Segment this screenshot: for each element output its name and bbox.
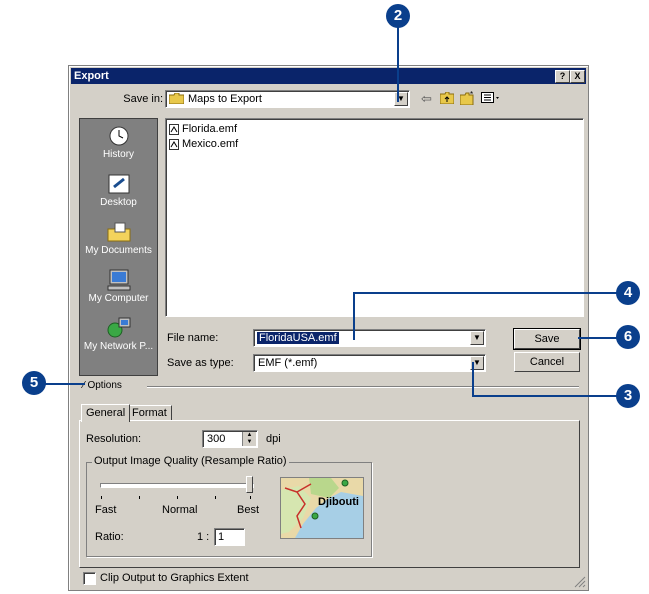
emf-file-icon [169, 139, 179, 150]
places-history[interactable]: History [80, 125, 157, 160]
callout-6-leader [578, 337, 620, 339]
tab-general[interactable]: General [81, 404, 131, 422]
save-in-select[interactable]: Maps to Export ▼ [165, 90, 410, 108]
file-name-dropdown-arrow[interactable]: ▼ [470, 331, 484, 345]
places-my-network[interactable]: My Network P... [80, 317, 157, 352]
callout-4-leader [353, 292, 619, 294]
places-my-documents[interactable]: My Documents [80, 221, 157, 256]
save-button[interactable]: Save [513, 328, 581, 350]
desktop-icon [106, 173, 132, 195]
file-list[interactable]: Florida.emf Mexico.emf [165, 118, 584, 317]
my-computer-icon [106, 269, 132, 291]
svg-text:*: * [470, 91, 473, 99]
history-icon [106, 125, 132, 147]
clip-output-checkbox[interactable] [83, 572, 96, 585]
places-desktop[interactable]: Desktop [80, 173, 157, 208]
ratio-prefix: 1 : [197, 531, 210, 543]
preview-map: Djibouti [280, 477, 364, 539]
callout-2-leader [397, 20, 399, 102]
emf-file-icon [169, 124, 179, 135]
places-bar: History Desktop My Documents My Computer… [79, 118, 158, 376]
callout-2-badge: 2 [386, 4, 410, 28]
slider-label-best: Best [237, 504, 260, 516]
slider-label-fast: Fast [95, 504, 117, 516]
export-dialog: Export ? X Save in: Maps to Export ▼ ⇦ *… [68, 65, 589, 591]
resolution-label: Resolution: [86, 433, 142, 445]
resolution-input[interactable]: 300 ▲ ▼ [202, 430, 258, 448]
my-network-places-icon [106, 317, 132, 339]
resize-grip-icon[interactable] [574, 576, 586, 588]
close-button[interactable]: X [570, 70, 585, 83]
callout-6-badge: 6 [616, 325, 640, 349]
callout-4-leader-down [353, 292, 355, 340]
tab-format[interactable]: Format [127, 405, 172, 421]
dialog-title: Export [74, 70, 109, 82]
file-name-input[interactable]: FloridaUSA.emf ▼ [253, 329, 486, 347]
options-divider [147, 386, 579, 388]
callout-3-leader-down [472, 362, 474, 396]
map-preview-image [281, 478, 363, 538]
resample-slider-thumb[interactable] [246, 476, 253, 493]
ratio-input[interactable]: 1 [214, 528, 245, 546]
options-toggle[interactable]: ⁄ Options [83, 380, 122, 391]
save-as-type-select[interactable]: EMF (*.emf) ▼ [253, 354, 486, 372]
callout-4-badge: 4 [616, 281, 640, 305]
help-button[interactable]: ? [555, 70, 570, 83]
quality-group: Output Image Quality (Resample Ratio) Fa… [86, 455, 372, 557]
folder-icon [168, 92, 185, 105]
back-icon[interactable]: ⇦ [421, 91, 432, 107]
file-name-label: File name: [167, 332, 219, 344]
slider-tick [250, 496, 251, 499]
cancel-button[interactable]: Cancel [514, 352, 580, 372]
options-panel: Resolution: 300 ▲ ▼ dpi Output Image Qual… [79, 420, 580, 568]
callout-5-badge: 5 [22, 371, 46, 395]
view-menu-icon[interactable] [481, 92, 501, 104]
clip-output-label: Clip Output to Graphics Extent [100, 572, 249, 584]
quality-group-title: Output Image Quality (Resample Ratio) [92, 455, 289, 467]
slider-tick [215, 496, 216, 499]
save-as-type-label: Save as type: [167, 357, 234, 369]
slider-tick [139, 496, 140, 499]
up-folder-icon[interactable] [439, 91, 455, 105]
collapse-chevron-icon: ⁄ [83, 380, 85, 391]
callout-5-leader [40, 383, 85, 385]
save-in-label: Save in: [123, 93, 163, 105]
callout-3-leader [472, 395, 620, 397]
places-my-computer[interactable]: My Computer [80, 269, 157, 304]
resample-slider-track[interactable] [100, 483, 254, 488]
callout-3-badge: 3 [616, 384, 640, 408]
new-folder-icon[interactable]: * [459, 90, 476, 106]
title-bar: Export ? X [71, 68, 586, 84]
slider-tick [101, 496, 102, 499]
resolution-spinner[interactable]: ▲ ▼ [242, 432, 256, 446]
ratio-label: Ratio: [95, 531, 124, 543]
slider-label-normal: Normal [162, 504, 198, 516]
slider-tick [177, 496, 178, 499]
my-documents-icon [106, 221, 132, 243]
dpi-unit-label: dpi [266, 433, 281, 445]
